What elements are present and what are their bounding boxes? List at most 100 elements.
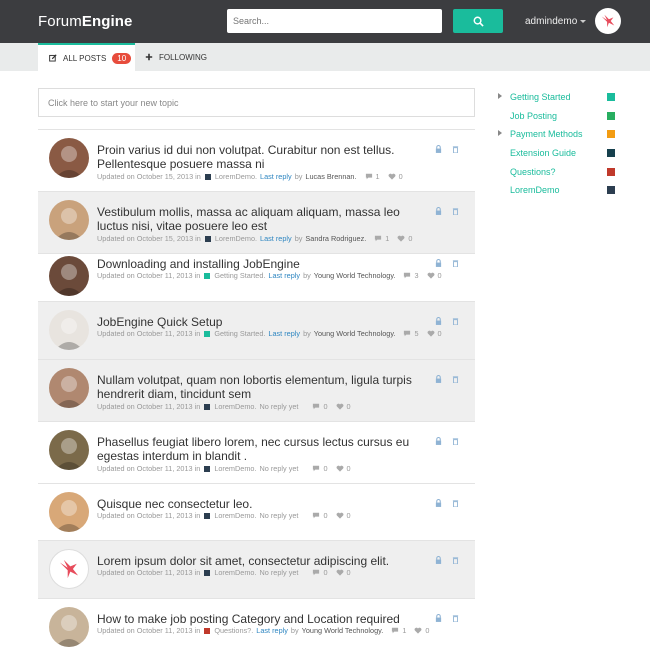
like-count[interactable]: 0 [414, 626, 429, 635]
lock-icon[interactable] [435, 437, 442, 445]
trash-icon[interactable] [452, 375, 459, 383]
like-count[interactable]: 0 [427, 271, 442, 280]
post-reply-status[interactable]: Last reply [260, 172, 292, 181]
author-avatar[interactable] [49, 200, 89, 240]
post-updated: Updated on October 15, 2013 in [97, 172, 201, 181]
like-count[interactable]: 0 [336, 568, 351, 577]
trash-icon[interactable] [452, 556, 459, 564]
post-reply-status[interactable]: Last reply [268, 271, 300, 280]
post-title[interactable]: JobEngine Quick Setup [97, 315, 427, 329]
search-input[interactable] [227, 9, 442, 33]
post-title[interactable]: How to make job posting Category and Loc… [97, 612, 427, 626]
like-count[interactable]: 0 [336, 464, 351, 473]
post-row[interactable]: Proin varius id dui non volutpat. Curabi… [38, 129, 475, 191]
like-count[interactable]: 0 [336, 402, 351, 411]
search-button[interactable] [453, 9, 503, 33]
post-title[interactable]: Quisque nec consectetur leo. [97, 497, 427, 511]
new-topic-input[interactable]: Click here to start your new topic [38, 88, 475, 117]
post-reply-status: No reply yet [259, 464, 299, 473]
post-row[interactable]: Nullam volutpat, quam non lobortis eleme… [38, 359, 475, 421]
comment-count-value: 3 [414, 271, 419, 280]
lock-icon[interactable] [435, 259, 442, 267]
sidebar-category-label: Job Posting [510, 110, 558, 121]
chevron-right-icon[interactable] [498, 93, 502, 99]
lock-icon[interactable] [435, 614, 442, 622]
sidebar-category-item[interactable]: Job Posting [498, 109, 618, 128]
trash-icon[interactable] [452, 207, 459, 215]
author-avatar[interactable] [49, 607, 89, 647]
post-meta: Updated on October 11, 2013 in LoremDemo… [97, 568, 351, 577]
post-title[interactable]: Nullam volutpat, quam non lobortis eleme… [97, 373, 427, 401]
chevron-down-icon[interactable] [580, 20, 586, 23]
post-title[interactable]: Lorem ipsum dolor sit amet, consectetur … [97, 554, 427, 568]
post-title[interactable]: Phasellus feugiat libero lorem, nec curs… [97, 435, 427, 463]
tab-following[interactable]: FOLLOWING [145, 43, 207, 71]
comment-icon [375, 235, 382, 242]
post-title[interactable]: Downloading and installing JobEngine [97, 257, 427, 271]
post-category[interactable]: Getting Started. [214, 271, 265, 280]
sidebar-category-item[interactable]: Extension Guide [498, 146, 618, 165]
like-count[interactable]: 0 [336, 511, 351, 520]
username-label[interactable]: admindemo [525, 16, 577, 27]
author-avatar[interactable] [49, 256, 89, 296]
sidebar-category-item[interactable]: Questions? [498, 165, 618, 184]
post-category[interactable]: LoremDemo. [214, 402, 256, 411]
trash-icon[interactable] [452, 259, 459, 267]
post-row[interactable]: JobEngine Quick Setup Updated on October… [38, 301, 475, 359]
sidebar-category-item[interactable]: Getting Started [498, 90, 618, 109]
post-category[interactable]: LoremDemo. [215, 172, 257, 181]
trash-icon[interactable] [452, 317, 459, 325]
trash-icon[interactable] [452, 499, 459, 507]
author-avatar[interactable] [49, 430, 89, 470]
post-reply-status[interactable]: Last reply [268, 329, 300, 338]
lock-icon[interactable] [435, 556, 442, 564]
post-row[interactable]: Lorem ipsum dolor sit amet, consectetur … [38, 540, 475, 598]
forum-logo[interactable]: ForumEngine [38, 13, 132, 30]
post-author[interactable]: Young World Technology. [314, 271, 396, 280]
post-author[interactable]: Lucas Brennan. [305, 172, 356, 181]
post-row[interactable]: Phasellus feugiat libero lorem, nec curs… [38, 421, 475, 483]
post-row[interactable]: Downloading and installing JobEngine Upd… [38, 253, 475, 301]
lock-icon[interactable] [435, 499, 442, 507]
chevron-right-icon[interactable] [498, 130, 502, 137]
author-avatar[interactable] [49, 549, 89, 589]
sidebar-category-item[interactable]: LoremDemo [498, 183, 618, 202]
like-count[interactable]: 0 [397, 234, 412, 243]
post-actions [435, 259, 459, 267]
post-author[interactable]: Sandra Rodriguez. [305, 234, 366, 243]
post-author[interactable]: Young World Technology. [314, 329, 396, 338]
lock-icon[interactable] [435, 317, 442, 325]
user-avatar[interactable] [595, 8, 621, 34]
post-category[interactable]: LoremDemo. [215, 234, 257, 243]
like-count[interactable]: 0 [388, 172, 403, 181]
sidebar-category-item[interactable]: Payment Methods [498, 127, 618, 146]
author-avatar[interactable] [49, 492, 89, 532]
post-category[interactable]: LoremDemo. [214, 511, 256, 520]
author-avatar[interactable] [49, 368, 89, 408]
post-author[interactable]: Young World Technology. [302, 626, 384, 635]
author-avatar[interactable] [49, 138, 89, 178]
post-row[interactable]: Vestibulum mollis, massa ac aliquam aliq… [38, 191, 475, 253]
category-color-swatch [607, 130, 615, 139]
trash-icon[interactable] [452, 145, 459, 153]
like-count[interactable]: 0 [427, 329, 442, 338]
post-category[interactable]: LoremDemo. [214, 464, 256, 473]
post-reply-status[interactable]: Last reply [256, 626, 288, 635]
trash-icon[interactable] [452, 614, 459, 622]
tab-all-posts[interactable]: ALL POSTS 10 [38, 43, 135, 71]
post-category[interactable]: LoremDemo. [214, 568, 256, 577]
lock-icon[interactable] [435, 145, 442, 153]
lock-icon[interactable] [435, 207, 442, 215]
post-title[interactable]: Proin varius id dui non volutpat. Curabi… [97, 143, 427, 171]
author-avatar[interactable] [49, 310, 89, 350]
post-category[interactable]: Questions?. [214, 626, 253, 635]
person-avatar-icon [55, 500, 83, 532]
person-avatar-icon [55, 376, 83, 408]
post-category[interactable]: Getting Started. [214, 329, 265, 338]
post-title[interactable]: Vestibulum mollis, massa ac aliquam aliq… [97, 205, 427, 233]
post-reply-status[interactable]: Last reply [260, 234, 292, 243]
lock-icon[interactable] [435, 375, 442, 383]
post-row[interactable]: How to make job posting Category and Loc… [38, 598, 475, 658]
trash-icon[interactable] [452, 437, 459, 445]
post-row[interactable]: Quisque nec consectetur leo. Updated on … [38, 483, 475, 540]
